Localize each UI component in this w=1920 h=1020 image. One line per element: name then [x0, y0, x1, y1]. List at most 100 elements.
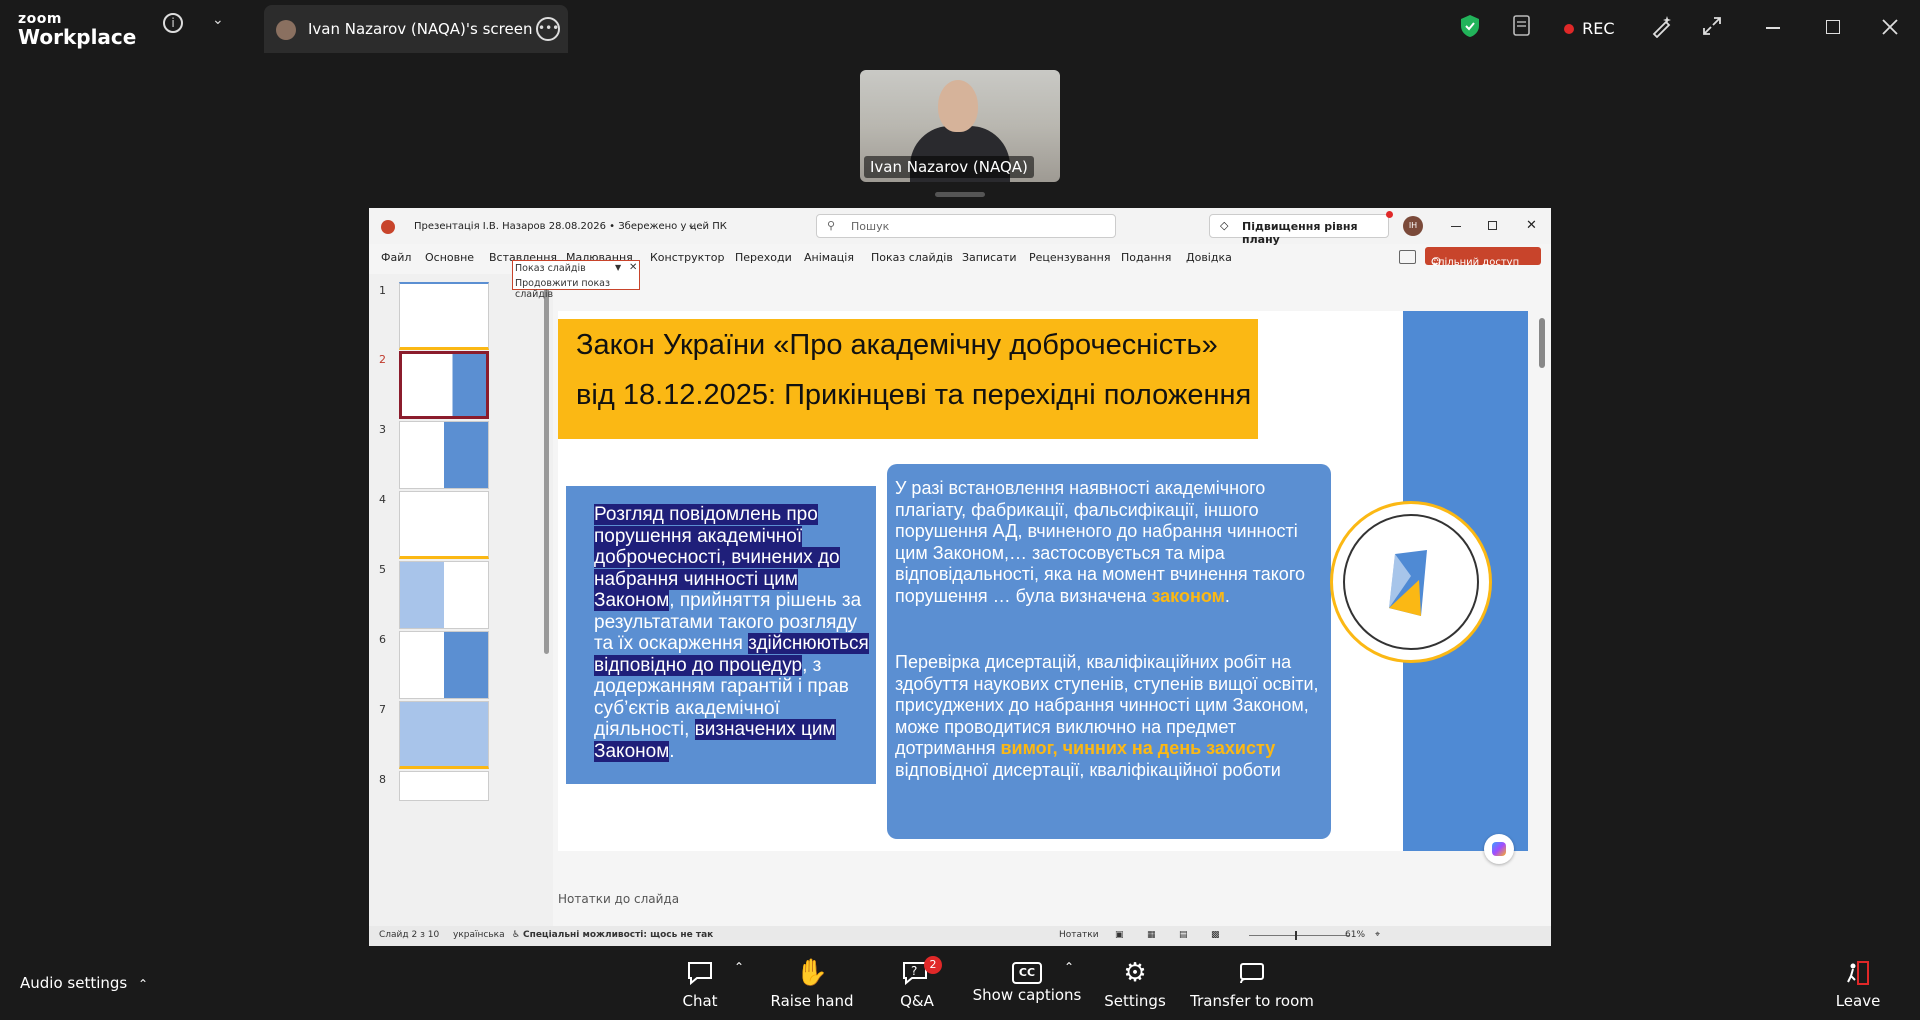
ppt-titlebar: Презентація І.В. Назаров 28.08.2026 • Зб…	[369, 208, 1551, 246]
restore-icon[interactable]	[1488, 221, 1497, 230]
show-captions-button[interactable]: CC Show captions	[972, 946, 1082, 1020]
summary-icon[interactable]	[1512, 15, 1534, 37]
menu-slideshow[interactable]: Показ слайдів	[871, 251, 953, 264]
right-p1-text: У разі встановлення наявності академічно…	[895, 478, 1306, 606]
status-zoom-level[interactable]: 61%	[1345, 930, 1365, 940]
close-icon[interactable]: ✕	[1526, 218, 1537, 233]
chat-icon	[688, 962, 712, 986]
right-p1-end: .	[1224, 585, 1230, 606]
info-icon[interactable]: i	[163, 13, 183, 33]
left-highlight-3: відповідно до процедур	[594, 654, 803, 676]
shield-check-icon[interactable]	[1460, 14, 1480, 38]
slide-thumbnail-6[interactable]	[399, 631, 489, 699]
status-notes-button[interactable]: Нотатки	[1059, 930, 1099, 940]
qa-badge: 2	[924, 956, 942, 974]
annotate-icon[interactable]	[1650, 14, 1674, 38]
leave-button[interactable]: Leave	[1832, 946, 1884, 1020]
video-resize-grip[interactable]	[935, 192, 985, 197]
status-slide-count: Слайд 2 з 10	[379, 930, 440, 940]
ppt-search-box[interactable]: ⚲ Пошук	[816, 214, 1116, 238]
popup-dropdown-icon[interactable]: ▼	[615, 263, 621, 272]
restore-icon[interactable]	[1826, 20, 1840, 34]
menu-review[interactable]: Рецензування	[1029, 251, 1110, 264]
thumb-number: 4	[379, 493, 386, 506]
naqa-seal-logo	[1330, 501, 1492, 663]
slide-thumbnail-7[interactable]	[399, 701, 489, 769]
slide-canvas[interactable]: Закон України «Про академічну доброчесні…	[558, 311, 1528, 851]
raise-hand-button[interactable]: ✋ Raise hand	[764, 946, 860, 1020]
right-p1-emphasis: законом	[1151, 585, 1225, 606]
status-accessibility[interactable]: Спеціальні можливості: щось не так	[523, 930, 713, 940]
slideshow-popup: Показ слайдів ▼ ✕ Продовжити показ слайд…	[512, 260, 640, 300]
menu-view[interactable]: Подання	[1121, 251, 1171, 264]
user-avatar[interactable]: IH	[1403, 216, 1423, 236]
status-language[interactable]: українська	[453, 930, 505, 940]
reading-view-icon[interactable]: ▤	[1179, 930, 1188, 940]
more-options-icon[interactable]: •••	[536, 17, 560, 41]
audio-settings-label: Audio settings	[20, 974, 128, 992]
search-placeholder: Пошук	[851, 220, 890, 233]
thumb-number: 5	[379, 563, 386, 576]
slide-thumbnail-2[interactable]	[399, 351, 489, 419]
minimize-icon[interactable]	[1766, 27, 1780, 29]
close-icon[interactable]	[1882, 19, 1898, 35]
menu-home[interactable]: Основне	[425, 251, 474, 264]
transfer-to-room-label: Transfer to room	[1190, 992, 1314, 1010]
slide-title-box: Закон України «Про академічну доброчесні…	[558, 319, 1258, 439]
menu-help[interactable]: Довідка	[1186, 251, 1232, 264]
audio-settings-button[interactable]: Audio settings ⌃	[20, 974, 148, 992]
thumb-number: 1	[379, 284, 386, 297]
slide-thumbnail-8[interactable]	[399, 771, 489, 801]
fullscreen-icon[interactable]	[1702, 16, 1722, 36]
fit-slide-icon[interactable]: ⌖	[1375, 930, 1380, 940]
right-p2-end: відповідної дисертації, кваліфікаційної …	[895, 759, 1281, 780]
captions-options-chevron-icon[interactable]: ⌃	[1064, 960, 1074, 974]
menu-file[interactable]: Файл	[381, 251, 411, 264]
slide-thumbnail-3[interactable]	[399, 421, 489, 489]
slide-thumbnail-4[interactable]	[399, 491, 489, 559]
menu-design[interactable]: Конструктор	[650, 251, 724, 264]
slide-thumbnail-5[interactable]	[399, 561, 489, 629]
meeting-controls: Audio settings ⌃ Chat ⌃ ✋ Raise hand ? Q…	[0, 946, 1920, 1020]
user-initials: IH	[1408, 221, 1418, 230]
transfer-to-room-button[interactable]: Transfer to room	[1190, 946, 1314, 1020]
chevron-down-icon: ⌄	[1431, 257, 1440, 268]
shared-screen-tab[interactable]: Ivan Nazarov (NAQA)'s screen •••	[264, 5, 568, 53]
share-button[interactable]: ☺ Спільний доступ ⌄	[1425, 247, 1541, 268]
popup-continue-slideshow[interactable]: Продовжити показ слайдів	[515, 278, 639, 300]
settings-button[interactable]: ⚙ Settings	[1100, 946, 1170, 1020]
menu-transitions[interactable]: Переходи	[735, 251, 792, 264]
menu-animations[interactable]: Анімація	[804, 251, 854, 264]
slide-thumbnail-1[interactable]	[399, 282, 489, 350]
popup-close-icon[interactable]: ✕	[629, 262, 637, 273]
slide-notes-placeholder[interactable]: Нотатки до слайда	[558, 892, 679, 906]
chevron-up-icon: ⌃	[138, 977, 149, 991]
slide-scrollbar[interactable]	[1539, 318, 1545, 368]
ppt-document-title[interactable]: Презентація І.В. Назаров 28.08.2026 • Зб…	[414, 221, 727, 232]
rec-label: REC	[1582, 19, 1615, 38]
accessibility-icon: ♿	[512, 930, 521, 940]
presenter-view-icon[interactable]: ▩	[1211, 930, 1220, 940]
copilot-icon[interactable]	[1484, 834, 1514, 864]
qa-button[interactable]: ? Q&A 2	[884, 946, 950, 1020]
chat-options-chevron-icon[interactable]: ⌃	[734, 960, 744, 974]
upgrade-plan-button[interactable]: ◇ Підвищення рівня плану	[1209, 214, 1389, 246]
speaker-video[interactable]: Ivan Nazarov (NAQA)	[860, 70, 1060, 182]
chat-button[interactable]: Chat	[664, 946, 736, 1020]
minimize-icon[interactable]	[1451, 226, 1461, 227]
slide-sorter-icon[interactable]: ▦	[1147, 930, 1156, 940]
thumb-number: 6	[379, 633, 386, 646]
thumbnails-scrollbar[interactable]	[544, 284, 549, 654]
normal-view-icon[interactable]: ▣	[1115, 930, 1124, 940]
recording-indicator[interactable]: REC	[1564, 18, 1615, 38]
right-paragraph-1: У разі встановлення наявності академічно…	[895, 478, 1325, 607]
comments-icon[interactable]	[1399, 250, 1416, 264]
thumb-number: 8	[379, 773, 386, 786]
chevron-down-icon[interactable]: ⌄	[687, 218, 696, 231]
title-bar: zoom Workplace i ⌄ Ivan Nazarov (NAQA)'s…	[0, 0, 1920, 56]
right-text-box: У разі встановлення наявності академічно…	[887, 464, 1331, 839]
record-dot-icon	[1564, 23, 1574, 34]
zoom-slider[interactable]	[1249, 931, 1349, 940]
chevron-down-icon[interactable]: ⌄	[212, 12, 224, 28]
menu-record[interactable]: Записати	[962, 251, 1016, 264]
